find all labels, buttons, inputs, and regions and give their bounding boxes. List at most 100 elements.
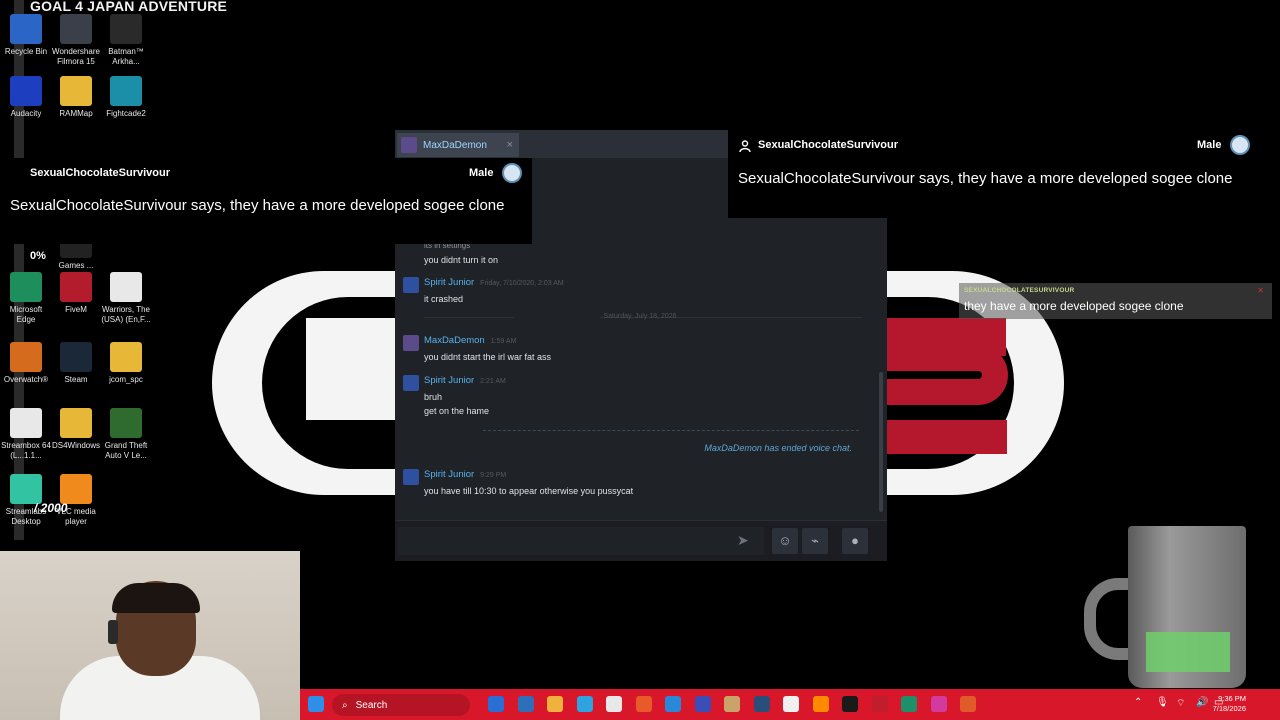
app-icon[interactable] bbox=[665, 696, 681, 712]
message-text: you didnt turn it on bbox=[424, 255, 499, 265]
streamlabs-icon[interactable] bbox=[960, 696, 976, 712]
person-icon bbox=[739, 140, 751, 152]
chat-tab-maxdademon[interactable]: MaxDaDemon × bbox=[397, 133, 519, 157]
file-explorer-icon[interactable] bbox=[517, 696, 534, 712]
edge-icon[interactable] bbox=[547, 696, 563, 712]
taskbar-search[interactable]: ⌕ Search bbox=[332, 694, 470, 716]
desktop-icon[interactable]: jcom_spc bbox=[100, 342, 152, 385]
desktop-icon[interactable]: RAMMap bbox=[50, 76, 102, 119]
media-icon[interactable] bbox=[753, 696, 770, 712]
desktop-icon-label: Games ... bbox=[58, 261, 94, 270]
filmora-icon bbox=[60, 14, 92, 44]
desktop-icon[interactable]: Fightcade2 bbox=[100, 76, 152, 119]
voice-icon[interactable]: ● bbox=[842, 528, 868, 554]
emoji-icon[interactable]: ☺ bbox=[772, 528, 798, 554]
audacity-icon bbox=[10, 76, 42, 106]
clock-time: 9:36 PM bbox=[1218, 694, 1246, 703]
desktop-icon-label: Grand Theft Auto V Le... bbox=[104, 441, 148, 460]
folder-icon bbox=[110, 342, 142, 372]
desktop-icon[interactable]: DS4Windows bbox=[50, 408, 102, 451]
message-author[interactable]: Spirit Junior 9:29 PM bbox=[424, 469, 506, 480]
desktop-icon-label: Overwatch® bbox=[3, 375, 49, 384]
tts-alert-right: SexualChocolateSurvivour Male SexualChoc… bbox=[728, 130, 1260, 218]
app-icon[interactable] bbox=[930, 696, 947, 712]
desktop-icon-label: Batman™ Arkha... bbox=[108, 47, 144, 66]
desktop-icon[interactable]: Microsoft Edge bbox=[0, 272, 52, 325]
file-icon bbox=[110, 272, 142, 302]
desktop-icon[interactable]: Wondershare Filmora 15 bbox=[50, 14, 102, 67]
desktop-icon-label: Steam bbox=[64, 375, 88, 384]
divider bbox=[483, 430, 859, 431]
desktop-icon-label: FiveM bbox=[65, 305, 87, 314]
chevron-up-icon[interactable]: ⌃ bbox=[1134, 697, 1142, 708]
obs-icon[interactable] bbox=[812, 696, 829, 712]
desktop-icon-label: jcom_spc bbox=[109, 375, 143, 384]
app-icon[interactable] bbox=[694, 696, 711, 712]
desktop-icon-label: Microsoft Edge bbox=[9, 305, 43, 324]
task-view-icon[interactable] bbox=[488, 696, 504, 712]
send-icon[interactable]: ➤ bbox=[737, 532, 749, 549]
chat-message-input[interactable] bbox=[398, 527, 764, 555]
photos-icon[interactable] bbox=[635, 696, 652, 712]
tts-avatar-icon bbox=[1230, 135, 1250, 155]
desktop-icon[interactable]: Overwatch® bbox=[0, 342, 52, 385]
bubble-username: SEXUALCHOCOLATESURVIVOUR bbox=[964, 287, 1075, 294]
desktop-icon[interactable]: Grand Theft Auto V Le... bbox=[100, 408, 152, 461]
microphone-icon[interactable]: 🎙 bbox=[1156, 697, 1169, 708]
instagram-icon[interactable] bbox=[901, 696, 917, 712]
volume-icon[interactable]: 🔊 bbox=[1196, 697, 1208, 708]
windows-start-icon[interactable] bbox=[308, 696, 324, 712]
folder-icon bbox=[60, 408, 92, 438]
chat-scrollbar[interactable] bbox=[879, 372, 883, 512]
close-icon[interactable]: × bbox=[507, 139, 513, 151]
fightcade-icon bbox=[110, 76, 142, 106]
desktop-icon[interactable]: FiveM bbox=[50, 272, 102, 315]
network-icon[interactable]: ⌔ bbox=[1176, 697, 1185, 710]
store-icon[interactable] bbox=[576, 696, 593, 712]
recycle-bin-icon bbox=[10, 14, 42, 44]
desktop-icon-label: Recycle Bin bbox=[4, 47, 48, 56]
app-icon[interactable] bbox=[606, 696, 622, 712]
desktop-icon[interactable]: Audacity bbox=[0, 76, 52, 119]
edge-icon bbox=[10, 272, 42, 302]
steam-icon bbox=[60, 342, 92, 372]
chat-tab-label: MaxDaDemon bbox=[423, 139, 487, 151]
clock-date: 7/18/2026 bbox=[1212, 704, 1246, 713]
goal-percent: 0% bbox=[30, 250, 46, 262]
steam-icon[interactable] bbox=[724, 696, 740, 712]
avatar bbox=[401, 137, 417, 153]
attachment-icon[interactable]: ⌁ bbox=[802, 528, 828, 554]
bubble-message: they have a more developed sogee clone bbox=[964, 299, 1184, 313]
vlc-icon[interactable] bbox=[783, 696, 799, 712]
tts-gender: Male bbox=[1197, 139, 1222, 151]
desktop-icon[interactable]: Warriors, The (USA) (En,F... bbox=[100, 272, 152, 325]
desktop-icon[interactable]: Streambox 64 (L...1.1... bbox=[0, 408, 52, 461]
search-label: Search bbox=[355, 699, 388, 711]
tts-username: SexualChocolateSurvivour bbox=[30, 167, 170, 179]
message-text: it crashed bbox=[424, 294, 464, 304]
desktop-icon-label: Fightcade2 bbox=[106, 109, 146, 118]
desktop-icon-label: DS4Windows bbox=[51, 441, 100, 450]
message-author[interactable]: Spirit Junior Friday, 7/10/2020, 2:03 AM bbox=[424, 277, 564, 288]
voice-chat-status: MaxDaDemon has ended voice chat. bbox=[704, 443, 852, 453]
tts-avatar-icon bbox=[502, 163, 522, 183]
folder-icon bbox=[60, 76, 92, 106]
app-icon[interactable] bbox=[842, 696, 858, 712]
taskbar-clock[interactable]: 9:36 PM 7/18/2026 bbox=[1213, 694, 1246, 714]
date-separator: Saturday, July 18, 2026 bbox=[603, 313, 677, 320]
desktop-icon[interactable]: Recycle Bin bbox=[0, 14, 52, 57]
desktop-icon-label: Wondershare Filmora 15 bbox=[52, 47, 100, 66]
game-logo-number-base bbox=[886, 420, 1007, 454]
desktop-icon[interactable]: Batman™ Arkha... bbox=[100, 14, 152, 67]
message-time: 1:59 AM bbox=[490, 338, 517, 345]
message-author[interactable]: MaxDaDemon 1:59 AM bbox=[424, 335, 516, 346]
tts-message: SexualChocolateSurvivour says, they have… bbox=[738, 170, 1233, 187]
desktop-icon[interactable]: Steam bbox=[50, 342, 102, 385]
stream-goal-title: GOAL 4 JAPAN ADVENTURE bbox=[30, 0, 228, 14]
desktop-icon-label: Warriors, The (USA) (En,F... bbox=[101, 305, 151, 324]
message-text: you didnt start the irl war fat ass bbox=[424, 352, 552, 362]
desktop-icon-label: Streambox 64 (L...1.1... bbox=[1, 441, 51, 460]
message-author[interactable]: Spirit Junior 2:21 AM bbox=[424, 375, 506, 386]
avatar bbox=[403, 277, 419, 293]
app-icon[interactable] bbox=[871, 696, 888, 712]
